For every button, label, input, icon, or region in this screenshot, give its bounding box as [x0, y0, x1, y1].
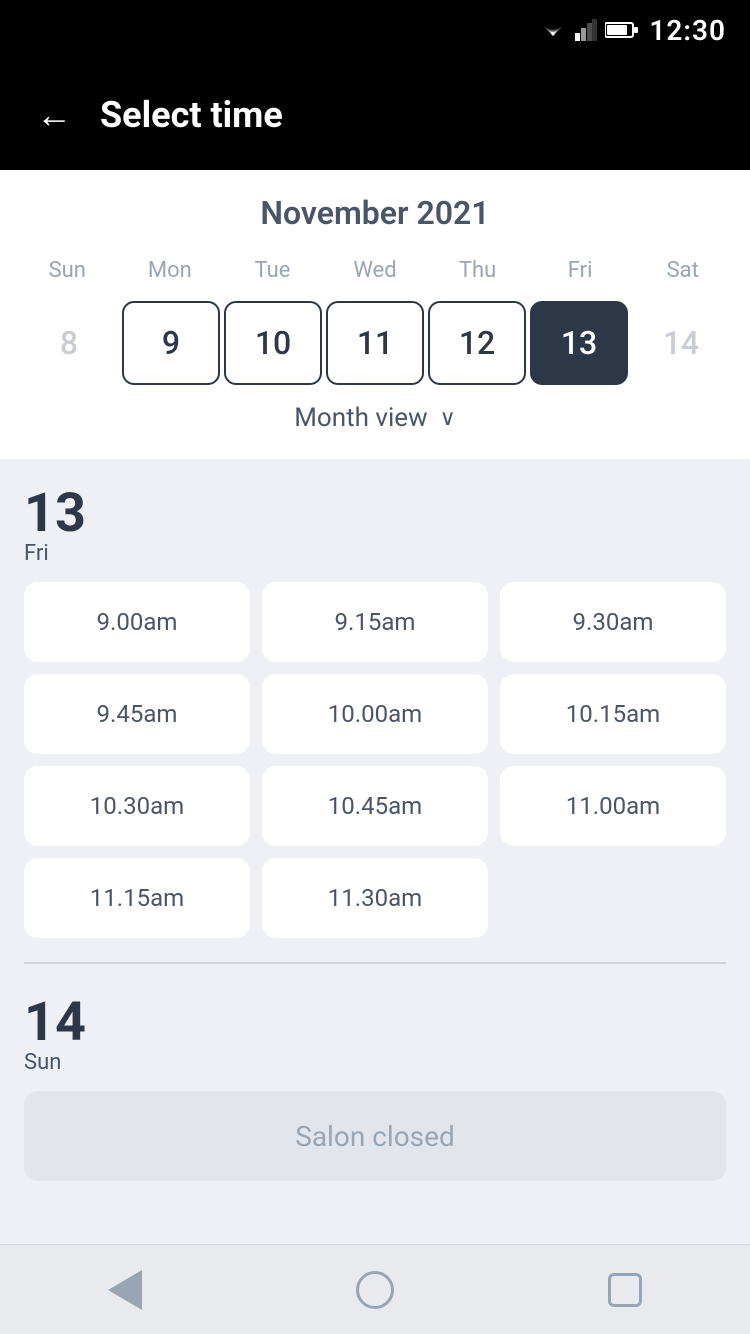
signal-icon [575, 19, 597, 41]
month-view-label: Month view [294, 403, 427, 433]
back-button[interactable]: ← [36, 94, 72, 136]
cal-day-14[interactable]: 14 [632, 301, 730, 385]
time-slot-1115[interactable]: 11.15am [24, 858, 250, 938]
time-slot-1015[interactable]: 10.15am [500, 674, 726, 754]
day-header-mon: Mon [119, 252, 222, 289]
chevron-down-icon: ∨ [440, 406, 456, 431]
bottom-nav [0, 1244, 750, 1334]
day-number-14: 14 [24, 996, 86, 1050]
cal-day-10[interactable]: 10 [224, 301, 322, 385]
section-divider [24, 962, 726, 964]
time-slot-1045[interactable]: 10.45am [262, 766, 488, 846]
time-slot-1030[interactable]: 10.30am [24, 766, 250, 846]
time-slot-1000[interactable]: 10.00am [262, 674, 488, 754]
home-circle-icon [356, 1271, 394, 1309]
app-header: ← Select time [0, 60, 750, 170]
calendar-month: November 2021 [16, 194, 734, 232]
day-name-sun: Sun [24, 1050, 61, 1075]
salon-closed-box: Salon closed [24, 1091, 726, 1181]
day-name-fri: Fri [24, 541, 49, 566]
cal-day-13[interactable]: 13 [530, 301, 628, 385]
timeslots-section: 13 Fri 9.00am 9.15am 9.30am 9.45am 10.00… [0, 459, 750, 1244]
wifi-icon [539, 20, 567, 40]
page-title: Select time [100, 94, 283, 136]
day-header-wed: Wed [324, 252, 427, 289]
day-header-thu: Thu [426, 252, 529, 289]
day-header-sun: Sun [16, 252, 119, 289]
day-number-13: 13 [24, 487, 86, 541]
status-bar: 12:30 [0, 0, 750, 60]
time-grid-13: 9.00am 9.15am 9.30am 9.45am 10.00am 10.1… [24, 582, 726, 938]
nav-back-button[interactable] [95, 1260, 155, 1320]
time-slot-915[interactable]: 9.15am [262, 582, 488, 662]
time-slot-1100[interactable]: 11.00am [500, 766, 726, 846]
cal-day-12[interactable]: 12 [428, 301, 526, 385]
status-icons [539, 19, 639, 41]
time-slot-900[interactable]: 9.00am [24, 582, 250, 662]
day-section-14: 14 Sun Salon closed [0, 968, 750, 1201]
day-label-14: 14 Sun [24, 996, 726, 1075]
cal-day-8[interactable]: 8 [20, 301, 118, 385]
time-slot-930[interactable]: 9.30am [500, 582, 726, 662]
back-triangle-icon [108, 1270, 142, 1310]
day-headers: Sun Mon Tue Wed Thu Fri Sat [16, 252, 734, 289]
nav-recents-button[interactable] [595, 1260, 655, 1320]
day-section-13: 13 Fri 9.00am 9.15am 9.30am 9.45am 10.00… [0, 459, 750, 958]
day-label-13: 13 Fri [24, 487, 726, 566]
calendar-row: 8 9 10 11 12 13 14 [16, 297, 734, 389]
time-slot-945[interactable]: 9.45am [24, 674, 250, 754]
day-header-fri: Fri [529, 252, 632, 289]
recents-square-icon [608, 1273, 642, 1307]
battery-icon [605, 21, 639, 39]
calendar-section: November 2021 Sun Mon Tue Wed Thu Fri Sa… [0, 170, 750, 459]
status-time: 12:30 [649, 14, 726, 47]
cal-day-11[interactable]: 11 [326, 301, 424, 385]
month-view-toggle[interactable]: Month view ∨ [16, 389, 734, 443]
cal-day-9[interactable]: 9 [122, 301, 220, 385]
day-header-sat: Sat [631, 252, 734, 289]
time-slot-1130[interactable]: 11.30am [262, 858, 488, 938]
nav-home-button[interactable] [345, 1260, 405, 1320]
day-header-tue: Tue [221, 252, 324, 289]
